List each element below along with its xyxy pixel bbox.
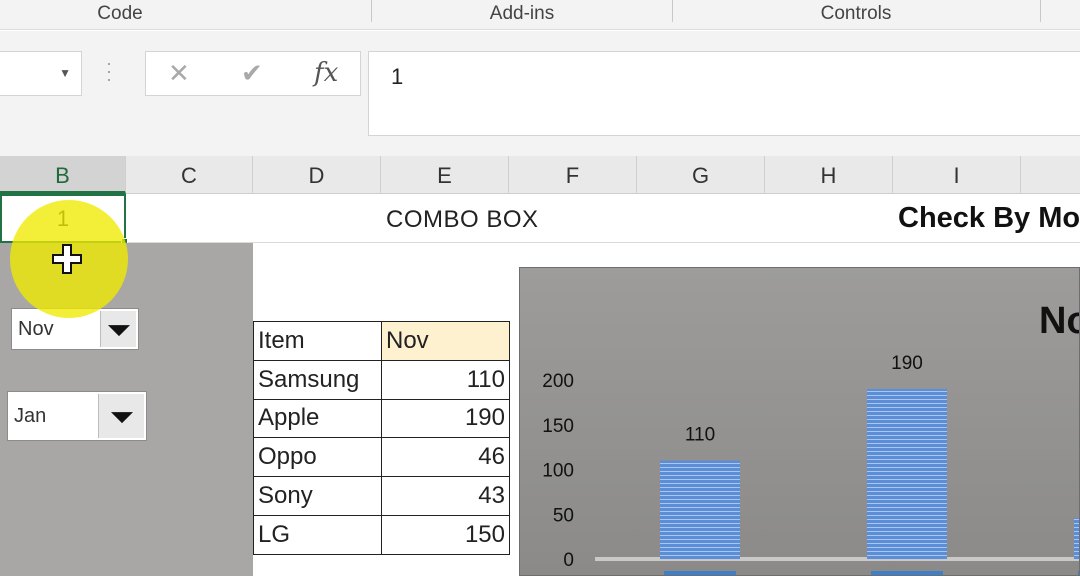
column-headers: B C D E F G H I	[0, 156, 1080, 194]
column-header-b[interactable]: B	[0, 156, 126, 194]
table-row: LG 150	[253, 514, 510, 555]
combo-box-month-2[interactable]: Jan	[7, 391, 147, 441]
y-tick-label: 50	[553, 505, 574, 526]
combo-box-1-value: Nov	[18, 318, 54, 340]
combo-box-2-dropdown[interactable]	[98, 394, 144, 438]
table-cell-item[interactable]: Sony	[253, 476, 382, 516]
formula-buttons: ✕ ✔ fx	[145, 51, 361, 96]
table-header-item[interactable]: Item	[253, 321, 382, 361]
x-icon[interactable]: ✕	[168, 58, 190, 89]
table-cell-value[interactable]: 110	[381, 359, 510, 400]
chart-title: No	[1039, 300, 1080, 342]
ribbon-separator	[1040, 0, 1041, 22]
table-header-row: Item Nov	[253, 321, 510, 361]
column-header-f[interactable]: F	[509, 156, 637, 194]
ribbon-group-controls[interactable]: Controls	[673, 0, 1039, 30]
table-cell-item[interactable]: Samsung	[253, 359, 382, 400]
column-header-g[interactable]: G	[637, 156, 765, 194]
category-marker	[664, 571, 736, 575]
data-label: 110	[685, 425, 715, 446]
y-tick-label: 150	[542, 416, 574, 437]
y-tick-label: 100	[542, 461, 574, 482]
column-header-h[interactable]: H	[765, 156, 893, 194]
name-box[interactable]: ▼	[0, 51, 82, 96]
combo-box-1-dropdown[interactable]	[100, 311, 136, 347]
table-row: Samsung 110	[253, 359, 510, 400]
formula-input[interactable]: 1	[368, 51, 1080, 136]
table-row: Sony 43	[253, 476, 510, 516]
table-header-month[interactable]: Nov	[381, 321, 510, 361]
dropdown-arrow-icon	[110, 412, 133, 424]
ribbon-group-labels: Code Add-ins Controls	[0, 0, 1080, 30]
table-cell-item[interactable]: Oppo	[253, 437, 382, 478]
table-row: Apple 190	[253, 398, 510, 439]
y-tick-label: 0	[563, 550, 574, 571]
table-cell-value[interactable]: 190	[381, 398, 510, 439]
column-header-i[interactable]: I	[893, 156, 1021, 194]
table-cell-value[interactable]: 46	[381, 437, 510, 478]
insert-function-button[interactable]: fx	[314, 58, 338, 88]
ribbon-group-code[interactable]: Code	[0, 0, 240, 30]
combo-box-2-value: Jan	[14, 405, 47, 427]
drag-handle-icon[interactable]: · · ·	[106, 54, 112, 88]
table-cell-value[interactable]: 150	[381, 514, 510, 555]
chart-bar-apple	[867, 388, 947, 559]
table-row: Oppo 46	[253, 437, 510, 478]
column-header-d[interactable]: D	[253, 156, 381, 194]
chart-canvas: No 0 50 100 150 200 110 190	[542, 300, 1080, 575]
ribbon-group-add-ins[interactable]: Add-ins	[372, 0, 672, 30]
y-tick-label: 200	[542, 371, 574, 392]
table-cell-item[interactable]: Apple	[253, 398, 382, 439]
check-icon[interactable]: ✔	[241, 58, 263, 89]
formula-value: 1	[391, 64, 404, 89]
dropdown-arrow-icon	[107, 325, 130, 337]
chart-bar-oppo	[1074, 517, 1079, 559]
combo-box-title: COMBO BOX	[386, 206, 539, 233]
category-marker	[871, 571, 943, 575]
sheet-row-1: 1 COMBO BOX Check By Mo	[0, 194, 1080, 245]
column-header-c[interactable]: C	[126, 156, 253, 194]
check-by-month-title: Check By Mo	[898, 202, 1080, 234]
column-chart[interactable]: No 0 50 100 150 200 110 190	[519, 267, 1080, 576]
formula-bar: ▼ · · · ✕ ✔ fx 1	[0, 31, 1080, 156]
data-table: Item Nov Samsung 110 Apple 190 Oppo 46 S…	[253, 321, 510, 555]
data-label: 190	[891, 353, 923, 374]
chevron-down-icon[interactable]: ▼	[59, 66, 71, 80]
column-header-e[interactable]: E	[381, 156, 509, 194]
cell-select-cursor-icon	[52, 244, 82, 274]
chart-bar-samsung	[660, 460, 740, 559]
table-cell-value[interactable]: 43	[381, 476, 510, 516]
table-cell-item[interactable]: LG	[253, 514, 382, 555]
